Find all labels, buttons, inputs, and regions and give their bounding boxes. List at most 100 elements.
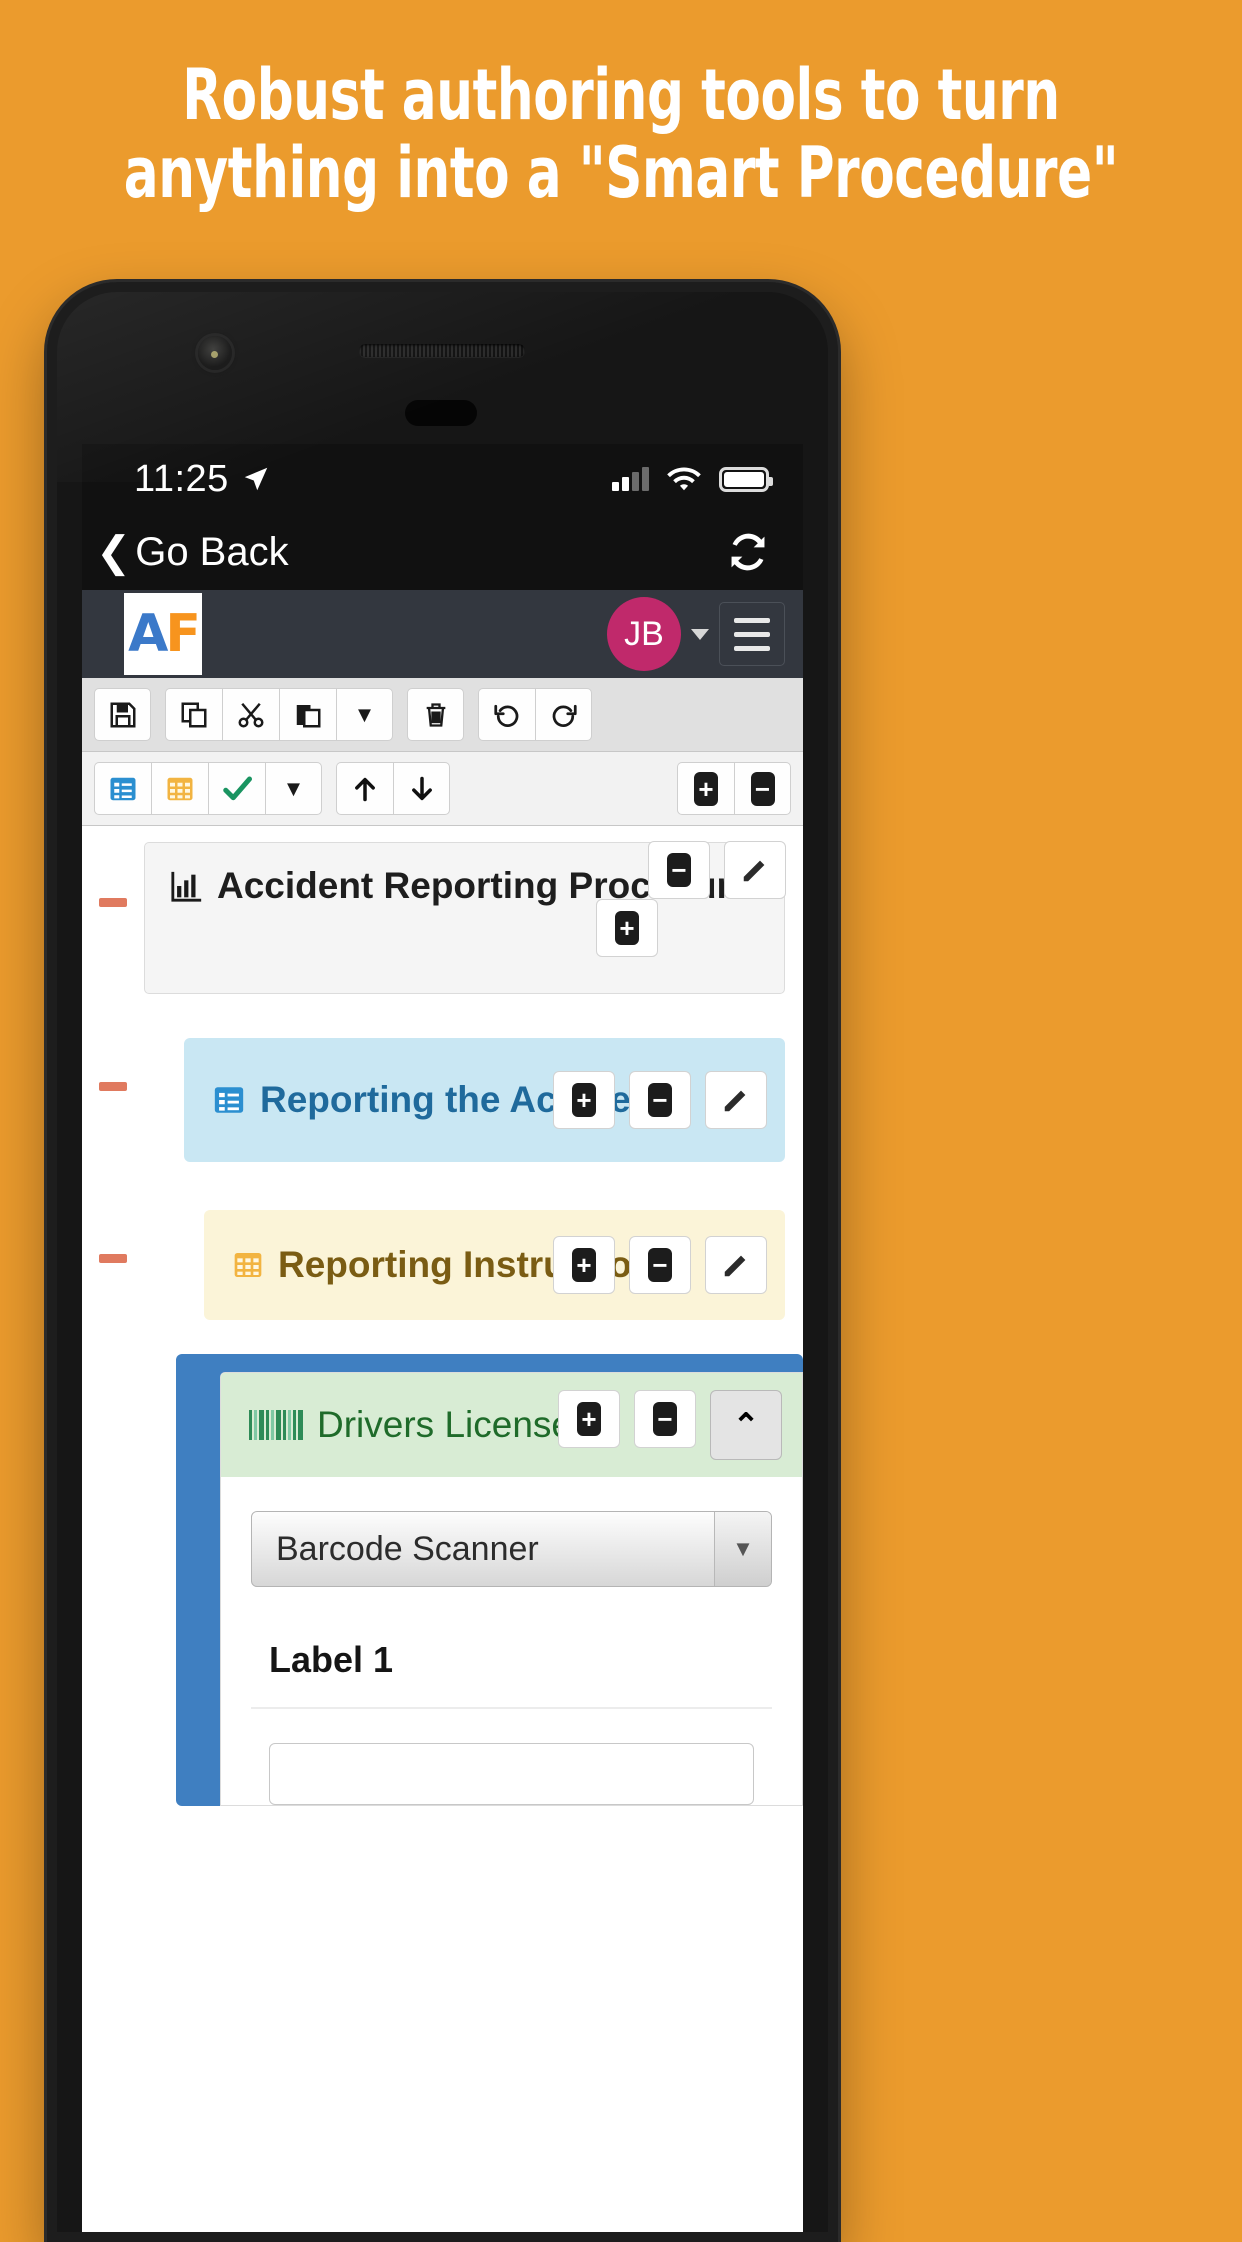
toolbar-group-move (336, 762, 450, 815)
tree-row-section-blue: Reporting the Acciden… + − (82, 994, 803, 1162)
tree-row-section-yellow: Reporting Instructions + − (82, 1162, 803, 1320)
logo-letter-f: F (165, 604, 200, 664)
procedure-tree: Accident Reporting Procedures − + Report… (82, 826, 803, 1806)
root-buttons-top: − (648, 841, 786, 899)
insert-check-button[interactable] (208, 762, 265, 815)
paste-dropdown-button[interactable]: ▼ (336, 688, 393, 741)
tree-node-section-green[interactable]: Drivers License + − ⌃ Barcode Scanner ▼ … (220, 1372, 803, 1806)
undo-button[interactable] (478, 688, 535, 741)
minus-icon: − (750, 771, 775, 806)
cut-button[interactable] (222, 688, 279, 741)
logo-letter-a: A (128, 604, 168, 664)
go-back-button[interactable]: ❮ Go Back (96, 530, 289, 575)
section-list-icon (214, 1087, 244, 1113)
go-back-label: Go Back (135, 529, 289, 574)
toolbar-group-zoom: + − (677, 762, 791, 815)
phone-screen: 11:25 ❮ Go Back A F JB ▼ ▼ + − Accident … (82, 444, 803, 2242)
tree-toggle-root[interactable] (82, 842, 144, 907)
section-blue-buttons: + − (553, 1071, 767, 1129)
root-edit-button[interactable] (724, 841, 786, 899)
section-yellow-buttons: + − (553, 1236, 767, 1294)
tree-node-section-yellow[interactable]: Reporting Instructions + − (204, 1210, 785, 1320)
collapse-dash-icon (99, 898, 127, 907)
tree-toggle-yellow[interactable] (82, 1210, 144, 1263)
plus-icon: + (694, 771, 718, 806)
barcode-icon (249, 1410, 303, 1440)
plus-icon: + (615, 911, 639, 945)
section-green-header[interactable]: Drivers License + − ⌃ (221, 1373, 802, 1477)
hamburger-menu-icon[interactable] (719, 602, 785, 666)
chevron-down-icon[interactable] (691, 628, 709, 640)
status-bar: 11:25 (82, 444, 803, 514)
section-blue-minus-button[interactable]: − (629, 1071, 691, 1129)
clock-time: 11:25 (134, 457, 229, 500)
app-logo[interactable]: AF (124, 593, 202, 675)
chevron-down-icon[interactable]: ▼ (714, 1512, 771, 1586)
collapse-all-button[interactable]: − (734, 762, 791, 815)
earpiece-speaker (359, 344, 525, 357)
move-up-button[interactable] (336, 762, 393, 815)
expand-all-button[interactable]: + (677, 762, 734, 815)
minus-icon: − (648, 1248, 672, 1282)
section-yellow-edit-button[interactable] (705, 1236, 767, 1294)
section-green-plus-button[interactable]: + (558, 1390, 620, 1448)
field-input-1[interactable] (269, 1743, 754, 1805)
plus-icon: + (577, 1402, 601, 1436)
side-button-lower[interactable] (835, 902, 838, 1012)
root-plus-button[interactable]: + (596, 899, 658, 957)
section-blue-plus-button[interactable]: + (553, 1071, 615, 1129)
section-green-buttons: + − ⌃ (558, 1390, 782, 1460)
insert-section-button[interactable] (94, 762, 151, 815)
section-green-title: Drivers License (221, 1404, 572, 1446)
tree-node-root[interactable]: Accident Reporting Procedures − + (144, 841, 786, 994)
app-header: AF JB (82, 590, 803, 678)
section-green-body: Barcode Scanner ▼ Label 1 (221, 1477, 802, 1805)
cellular-signal-icon (612, 467, 649, 491)
plus-icon: + (572, 1248, 596, 1282)
status-bar-right (612, 466, 773, 493)
chevron-up-icon: ⌃ (732, 1407, 760, 1443)
insert-dropdown-button[interactable]: ▼ (265, 762, 322, 815)
root-minus-button[interactable]: − (648, 841, 710, 899)
pencil-icon (743, 860, 765, 882)
front-camera-icon (198, 336, 232, 370)
avatar[interactable]: JB (607, 597, 681, 671)
power-button[interactable] (835, 612, 838, 762)
headline-line-2: anything into a "Smart Procedure" (123, 132, 1119, 214)
collapse-dash-icon (99, 1082, 127, 1091)
volume-down-button[interactable] (47, 502, 50, 556)
toolbar-group-history (478, 688, 592, 741)
status-bar-left: 11:25 (134, 458, 271, 501)
move-down-button[interactable] (393, 762, 450, 815)
headline-line-1: Robust authoring tools to turn (182, 54, 1060, 136)
pencil-icon (724, 1255, 746, 1277)
edit-toolbar: ▼ (82, 678, 803, 752)
promo-headline: Robust authoring tools to turn anything … (112, 56, 1130, 212)
battery-full-icon (719, 466, 773, 492)
chevron-down-icon: ▼ (353, 701, 376, 727)
delete-button[interactable] (407, 688, 464, 741)
section-yellow-plus-button[interactable]: + (553, 1236, 615, 1294)
section-yellow-minus-button[interactable]: − (629, 1236, 691, 1294)
section-blue-edit-button[interactable] (705, 1071, 767, 1129)
section-green-collapse-button[interactable]: ⌃ (710, 1390, 782, 1460)
tree-toggle-blue[interactable] (82, 1038, 144, 1091)
toolbar-group-delete (407, 688, 464, 741)
section-green-minus-button[interactable]: − (634, 1390, 696, 1448)
tree-row-selected-container: Drivers License + − ⌃ Barcode Scanner ▼ … (82, 1320, 803, 1806)
redo-button[interactable] (535, 688, 592, 741)
refresh-button[interactable] (723, 527, 773, 577)
avatar-initials: JB (624, 614, 664, 653)
input-type-select[interactable]: Barcode Scanner ▼ (251, 1511, 772, 1587)
save-button[interactable] (94, 688, 151, 741)
paste-button[interactable] (279, 688, 336, 741)
pencil-icon (724, 1090, 746, 1112)
toolbar-group-clipboard: ▼ (165, 688, 393, 741)
location-arrow-icon (244, 467, 268, 491)
volume-up-button[interactable] (47, 432, 50, 486)
insert-table-button[interactable] (151, 762, 208, 815)
refresh-icon (731, 533, 765, 571)
bar-chart-icon (171, 871, 202, 902)
tree-node-section-blue[interactable]: Reporting the Acciden… + − (184, 1038, 785, 1162)
copy-button[interactable] (165, 688, 222, 741)
